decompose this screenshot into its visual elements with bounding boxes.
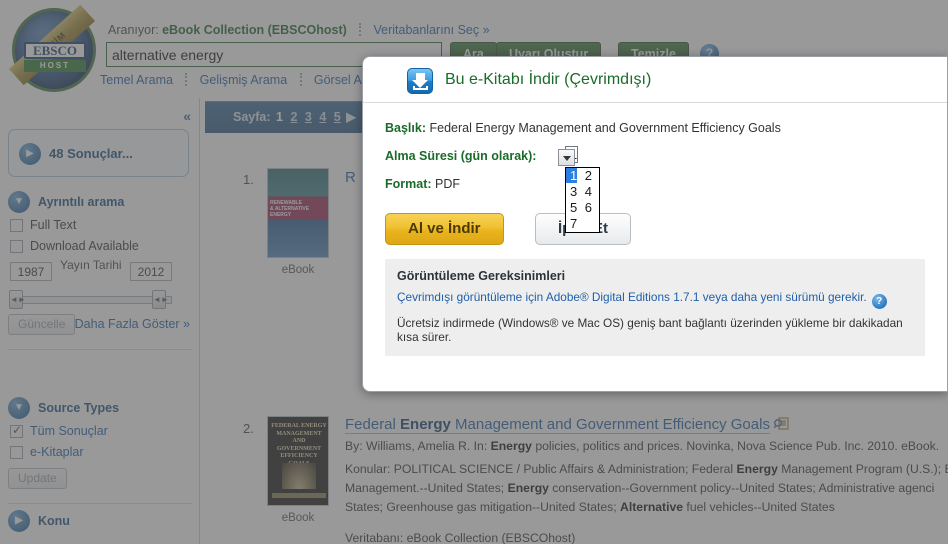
download-ebook-dialog: Bu e-Kitabı İndir (Çevrimdışı) Başlık: F… [362, 56, 948, 392]
requirements-line-1-text[interactable]: Çevrimdışı görüntüleme için Adobe® Digit… [397, 290, 867, 304]
loan-period-select[interactable]: 1 [558, 146, 579, 166]
field-loan-label: Alma Süresi (gün olarak): [385, 149, 537, 163]
loan-period-option-list[interactable]: 1 2 3 4 5 6 7 [565, 167, 600, 233]
download-button[interactable]: Al ve İndir [385, 213, 504, 245]
loan-period-option-4[interactable]: 4 [581, 184, 592, 199]
field-loan-period: Alma Süresi (gün olarak): 1 1 2 3 4 5 6 … [385, 146, 947, 233]
help-icon[interactable]: ? [871, 294, 887, 309]
field-title: Başlık: Federal Energy Management and Go… [385, 121, 947, 149]
requirements-line-1: Çevrimdışı görüntüleme için Adobe® Digit… [397, 290, 913, 309]
loan-period-option-3[interactable]: 3 [566, 184, 577, 199]
dialog-actions: Al ve İndir İptal Et [385, 213, 947, 253]
field-format-value: PDF [435, 177, 461, 191]
download-icon [407, 68, 433, 94]
field-format-label: Format: [385, 177, 432, 191]
loan-period-option-7[interactable]: 7 [566, 216, 577, 231]
viewing-requirements-box: Görüntüleme Gereksinimleri Çevrimdışı gö… [385, 259, 925, 356]
loan-period-option-2[interactable]: 2 [581, 168, 592, 183]
dialog-title: Bu e-Kitabı İndir (Çevrimdışı) [445, 71, 652, 88]
dialog-body: Başlık: Federal Energy Management and Go… [363, 103, 947, 356]
download-tray [413, 86, 428, 90]
loan-period-select-wrapper: 1 1 2 3 4 5 6 7 [558, 145, 600, 233]
loan-period-option-6[interactable]: 6 [581, 200, 592, 215]
chevron-down-icon[interactable] [558, 149, 576, 166]
loan-period-option-1[interactable]: 1 [566, 168, 578, 183]
loan-period-option-5[interactable]: 5 [566, 200, 577, 215]
requirements-title: Görüntüleme Gereksinimleri [397, 269, 566, 283]
dialog-header: Bu e-Kitabı İndir (Çevrimdışı) [363, 57, 947, 103]
requirements-line-2: Ücretsiz indirmede (Windows® ve Mac OS) … [397, 316, 903, 344]
field-title-value: Federal Energy Management and Government… [429, 121, 781, 135]
field-format: Format: PDF [385, 177, 947, 205]
field-title-label: Başlık: [385, 121, 426, 135]
